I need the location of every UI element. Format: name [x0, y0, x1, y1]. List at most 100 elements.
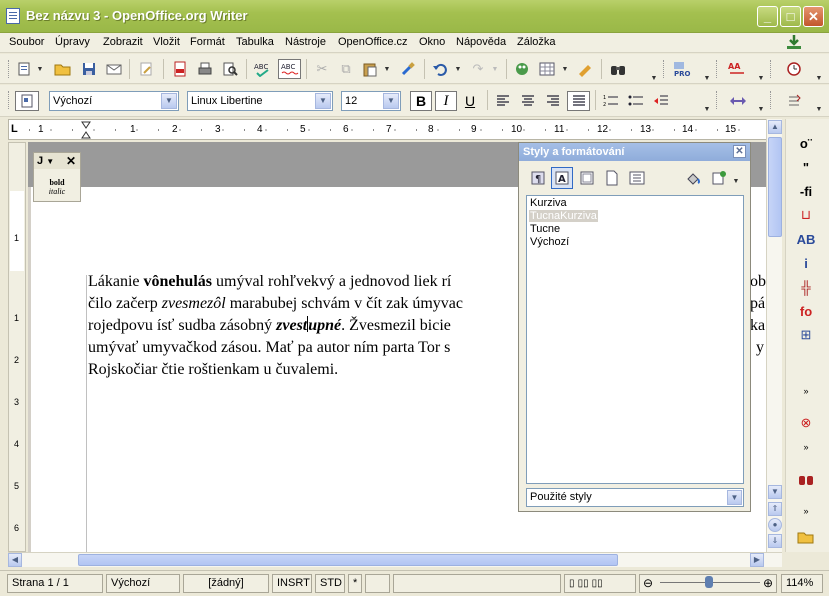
chevron-down-icon[interactable]: ▼ — [46, 157, 54, 166]
table-split-icon[interactable]: ╬ — [794, 277, 818, 297]
vertical-scrollbar[interactable]: ▲ ▼ ⇑ ● ⇓ — [766, 119, 782, 552]
font-abc-icon[interactable]: AB — [794, 229, 818, 249]
vertical-scroll-thumb[interactable] — [768, 137, 782, 237]
italic-style-sample[interactable]: italic — [34, 187, 80, 196]
menu-soubor[interactable]: Soubor — [9, 36, 44, 48]
character-styles-icon[interactable]: A — [551, 167, 573, 189]
decrease-indent-icon[interactable] — [651, 91, 671, 111]
scroll-down-icon[interactable]: ▼ — [768, 485, 782, 499]
status-zoom-level[interactable]: 114% — [781, 574, 823, 593]
font-name-select[interactable]: Linux Libertine ▼ — [187, 91, 333, 111]
close-icon[interactable]: ✕ — [66, 154, 76, 168]
numbering-list-icon[interactable]: 12 — [601, 91, 621, 111]
menu-tabulka[interactable]: Tabulka — [236, 36, 274, 48]
bold-button[interactable]: B — [410, 91, 432, 111]
scroll-right-icon[interactable]: ▶ — [750, 553, 764, 567]
horizontal-ruler[interactable]: L 1 1 2 3 4 5 6 7 8 9 10 11 12 13 14 15 — [8, 119, 768, 140]
align-center-icon[interactable] — [518, 91, 538, 111]
clock-icon[interactable] — [784, 59, 804, 79]
italic-button[interactable]: I — [435, 91, 457, 111]
toolbar-expand-chevron-icon-3[interactable]: » — [794, 501, 818, 521]
new-document-icon[interactable] — [14, 59, 34, 79]
status-language[interactable]: [žádný] — [183, 574, 269, 593]
index-icon[interactable]: i — [794, 253, 818, 273]
insert-table-icon[interactable] — [537, 59, 557, 79]
toolbar-expand-chevron-icon-2[interactable]: » — [794, 437, 818, 457]
previous-page-icon[interactable]: ⇑ — [768, 502, 782, 516]
menu-vlozit[interactable]: Vložit — [153, 36, 180, 48]
toolbar-overflow-chevron-icon-7[interactable]: ▼ — [815, 99, 823, 119]
status-view-layout[interactable]: ▯ ▯▯ ▯▯ — [564, 574, 636, 593]
next-page-icon[interactable]: ⇓ — [768, 534, 782, 548]
zoom-out-icon[interactable]: ⊖ — [643, 576, 653, 590]
language-convert-icon[interactable]: AA — [727, 59, 747, 79]
paste-dropdown-chevron-icon[interactable]: ▼ — [383, 59, 391, 79]
table-dropdown-chevron-icon[interactable]: ▼ — [561, 59, 569, 79]
auto-spellcheck-icon[interactable]: ABC — [278, 59, 301, 79]
status-digital-signature[interactable] — [365, 574, 390, 593]
format-paintbrush-icon[interactable] — [398, 59, 418, 79]
menu-napoveda[interactable]: Nápověda — [456, 36, 506, 48]
navigator-icon[interactable] — [512, 59, 532, 79]
style-item-vychozi[interactable]: Výchozí — [529, 236, 570, 248]
print-preview-icon[interactable] — [220, 59, 240, 79]
menu-okno[interactable]: Okno — [419, 36, 445, 48]
floating-style-toolbar[interactable]: J ▼ ✕ bold italic — [33, 152, 81, 202]
download-update-icon[interactable] — [785, 34, 803, 50]
email-document-icon[interactable] — [104, 59, 124, 79]
superscript-o-icon[interactable]: o¨ — [794, 133, 818, 153]
remove-direct-formatting-icon[interactable]: ⊗ — [794, 413, 818, 433]
print-icon[interactable] — [195, 59, 215, 79]
toolbar-overflow-chevron-icon-6[interactable]: ▼ — [757, 99, 765, 119]
menu-zobrazit[interactable]: Zobrazit — [103, 36, 143, 48]
pro-extension-icon[interactable]: PRO — [672, 59, 692, 79]
horizontal-scroll-thumb[interactable] — [78, 554, 618, 566]
font-size-select[interactable]: 12 ▼ — [341, 91, 401, 111]
open-folder-icon-right[interactable] — [794, 527, 818, 547]
zoom-slider-knob[interactable] — [705, 576, 713, 588]
styles-filter-select[interactable]: Použité styly ▼ — [526, 488, 744, 507]
styles-formatting-toggle-icon[interactable] — [15, 91, 39, 111]
scroll-up-icon[interactable]: ▲ — [768, 120, 782, 134]
paragraph-styles-icon[interactable]: ¶ — [527, 167, 549, 189]
undo-icon[interactable] — [430, 59, 450, 79]
styles-list[interactable]: Kurziva TucnaKurziva Tucne Výchozí — [526, 195, 744, 484]
book-view-icon[interactable]: ▯▯ — [592, 578, 603, 589]
special-character-icon[interactable] — [784, 91, 804, 111]
underline-button[interactable]: U — [460, 91, 480, 111]
save-floppy-icon[interactable] — [79, 59, 99, 79]
new-style-from-selection-icon[interactable] — [708, 167, 730, 189]
navigation-icon[interactable]: ● — [768, 518, 782, 532]
multi-page-view-icon[interactable]: ▯▯ — [578, 578, 589, 589]
page-styles-icon[interactable] — [601, 167, 623, 189]
styles-panel-header[interactable]: Styly a formátování ✕ — [519, 143, 750, 161]
redo-dropdown-chevron-icon[interactable]: ▼ — [491, 59, 499, 79]
style-item-tucnakurziva[interactable]: TucnaKurziva — [529, 210, 598, 222]
horizontal-scrollbar[interactable]: ◀ ▶ — [8, 552, 782, 567]
show-draw-functions-icon[interactable] — [575, 59, 595, 79]
maximize-button[interactable]: □ — [780, 6, 801, 27]
menu-format[interactable]: Formát — [190, 36, 225, 48]
toolbar-grip[interactable] — [8, 60, 11, 78]
edit-file-icon[interactable] — [136, 59, 156, 79]
vertical-ruler[interactable]: 1 1 2 3 4 5 6 — [8, 142, 26, 552]
chevron-down-icon[interactable]: ▼ — [727, 490, 742, 505]
frame-styles-icon[interactable] — [576, 167, 598, 189]
find-binoculars-icon[interactable] — [608, 59, 628, 79]
text-direction-icon[interactable] — [728, 91, 748, 111]
undo-dropdown-chevron-icon[interactable]: ▼ — [454, 59, 462, 79]
insert-field-icon[interactable]: ⊞ — [794, 325, 818, 345]
smart-quotes-icon[interactable]: " — [794, 157, 818, 177]
menu-upravy[interactable]: Úpravy — [55, 36, 90, 48]
paste-clipboard-icon[interactable] — [360, 59, 380, 79]
open-folder-icon[interactable] — [53, 59, 73, 79]
spellcheck-icon[interactable]: ABC — [253, 59, 273, 79]
find-binoculars-icon-right[interactable] — [794, 469, 818, 489]
single-page-view-icon[interactable]: ▯ — [569, 578, 575, 589]
style-item-kurziva[interactable]: Kurziva — [529, 197, 568, 209]
chevron-down-icon[interactable]: ▼ — [383, 93, 399, 109]
align-left-icon[interactable] — [493, 91, 513, 111]
menu-zalozka[interactable]: Záložka — [517, 36, 556, 48]
menu-openoffice-cz[interactable]: OpenOffice.cz — [338, 36, 408, 48]
export-pdf-icon[interactable] — [170, 59, 190, 79]
